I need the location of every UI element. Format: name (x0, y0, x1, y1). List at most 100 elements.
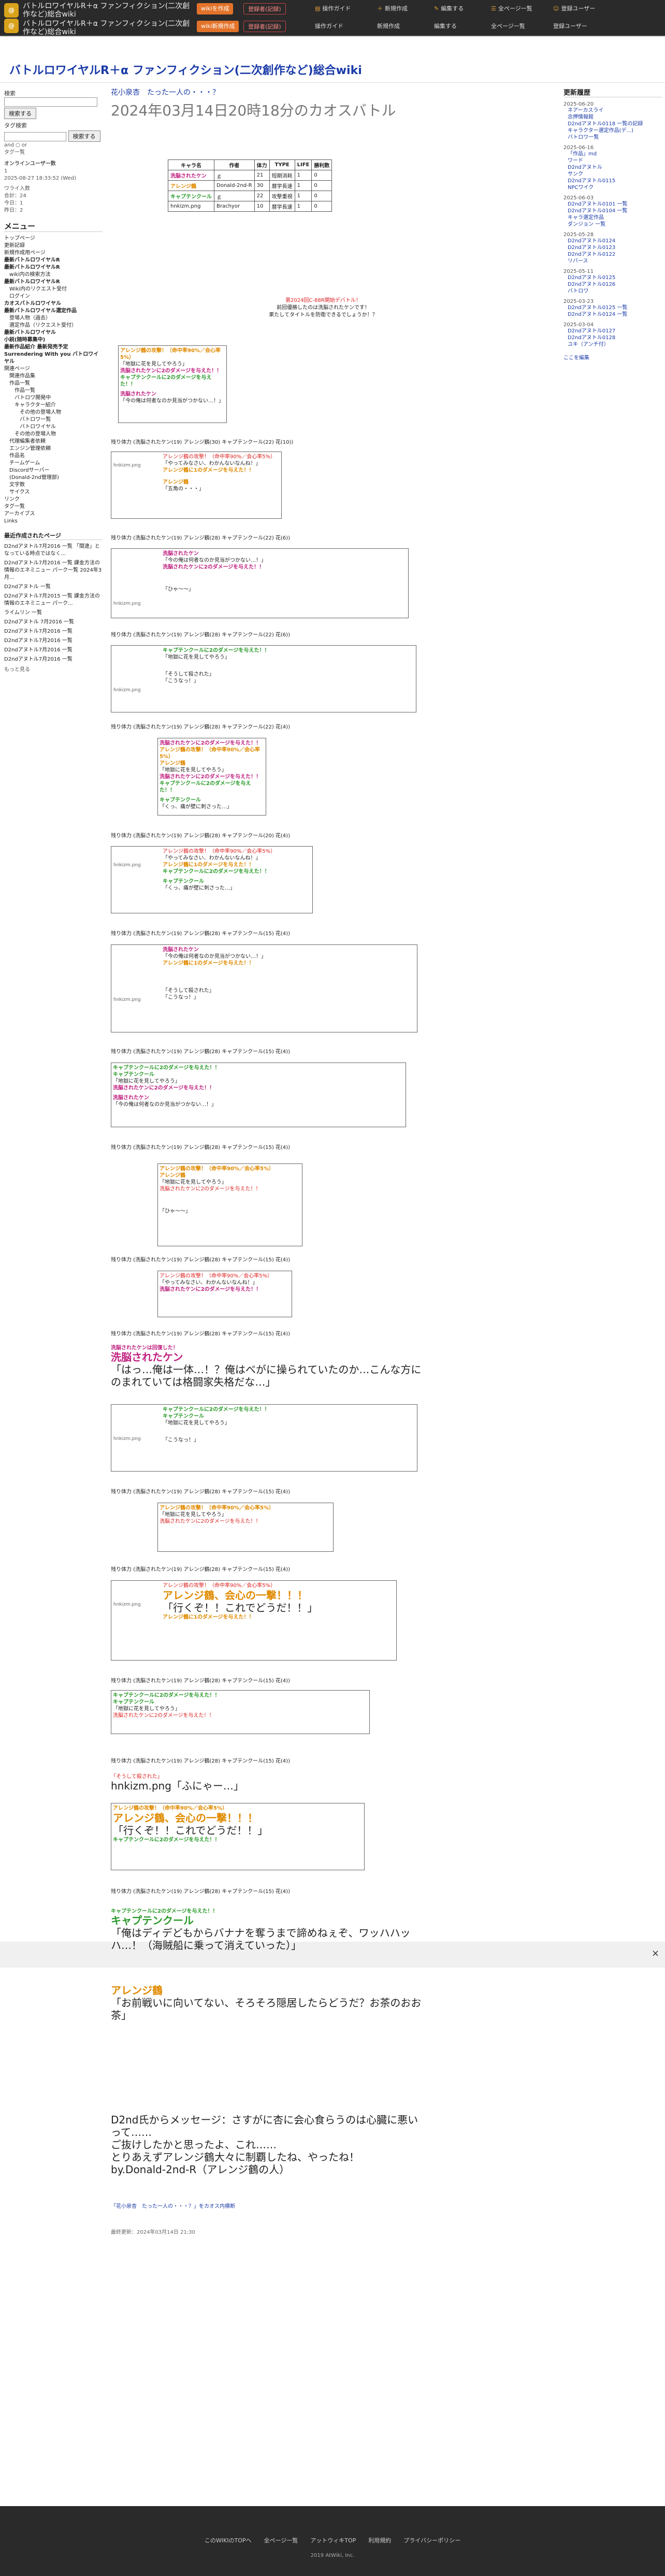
update-link[interactable]: 「作品」md (563, 151, 662, 157)
update-link[interactable]: D2ndアヌトル0127 (563, 328, 662, 334)
back-link[interactable]: 「花小泉杏 たった一人の・・・？」をカオス内横断 (111, 2202, 235, 2209)
update-link[interactable]: D2ndアヌトル0104 一覧 (563, 208, 662, 214)
menu-item[interactable]: チームゲーム (4, 460, 103, 467)
create-wiki-button[interactable]: wikiを作成 (197, 3, 234, 14)
edit-button-2[interactable]: 編集する (430, 21, 461, 32)
menu-item[interactable]: キャラクター紹介 (4, 402, 103, 409)
new-page-button-2[interactable]: 新規作成 (373, 21, 404, 32)
search-button[interactable]: 検索する (4, 108, 36, 119)
footer-link[interactable]: このWIKIのTOPへ (205, 2537, 252, 2544)
menu-item[interactable]: ログイン (4, 293, 103, 300)
search-input[interactable] (4, 97, 97, 107)
update-link[interactable]: リバース (563, 258, 662, 265)
recent-page-link[interactable]: D2ndアヌトル7月2016 一覧 (4, 647, 103, 654)
menu-item[interactable]: 更新記録 (4, 242, 103, 250)
menu-item[interactable]: 最新バトルロワイヤルR (4, 264, 103, 271)
menu-item[interactable]: エンジン管理依頼 (4, 445, 103, 453)
edit-button[interactable]: ✎ 編集する (430, 3, 468, 14)
menu-item[interactable]: 小説(随時募集中) (4, 337, 103, 344)
login-button-2[interactable]: 登録者(記録) (243, 21, 286, 32)
wiki-title[interactable]: バトルロワイヤルR＋α ファンフィクション(二次創作など)総合wiki (23, 2, 194, 19)
menu-item[interactable]: 関連作品集 (4, 373, 103, 380)
menu-item[interactable]: リンク (4, 496, 103, 503)
menu-item[interactable]: タグ一覧 (4, 503, 103, 511)
update-link[interactable]: D2ndアヌトル0124 一覧 (563, 311, 662, 318)
update-link[interactable]: D2ndアヌトル0123 (563, 244, 662, 251)
recent-page-link[interactable]: D2ndアヌトル7月2016 一覧 課金方法の情報のエネミニュー パーク一覧 2… (4, 560, 103, 581)
menu-item[interactable]: 関連ページ (4, 366, 103, 373)
more-link[interactable]: もっと見る (4, 666, 103, 674)
update-link[interactable]: ダンジョン 一覧 (563, 221, 662, 228)
update-link[interactable]: ネアーカスライ (563, 107, 662, 114)
menu-item[interactable]: その他の登場人物 (4, 409, 103, 416)
update-link[interactable]: D2ndアヌトル0128 (563, 334, 662, 341)
tag-search-button[interactable]: 検索する (68, 130, 100, 142)
update-link[interactable]: D2ndアヌトル0118 一覧の記録 (563, 121, 662, 127)
recent-page-link[interactable]: D2ndアヌトル 7月2016 一覧 (4, 619, 103, 626)
site-title[interactable]: バトルロワイヤルR＋α ファンフィクション(二次創作など)総合wiki (9, 61, 362, 78)
update-link[interactable]: D2ndアヌトル0101 一覧 (563, 201, 662, 208)
menu-item[interactable]: カオスバトルロワイヤル (4, 300, 103, 308)
edit-here-link[interactable]: ここを編集 (563, 353, 662, 361)
recent-page-link[interactable]: D2ndアヌトル7月2015 一覧 課金方法の情報のエネミニュー パーク... (4, 593, 103, 607)
recent-page-link[interactable]: D2ndアヌトル 一覧 (4, 584, 103, 591)
footer-link[interactable]: アットウィキTOP (310, 2537, 356, 2544)
menu-item[interactable]: 最新バトルロワイヤルR (4, 257, 103, 264)
menu-item[interactable]: 新規作成用ページ (4, 250, 103, 257)
menu-item[interactable]: バトロワ一覧 (4, 416, 103, 424)
menu-item[interactable]: バトロワ開発中 (4, 395, 103, 402)
menu-item[interactable]: 作品一覧 (4, 380, 103, 387)
update-link[interactable]: キャラクター選定作品(デ...) (563, 127, 662, 134)
create-wiki-button-2[interactable]: wiki新規作成 (197, 21, 239, 32)
menu-item[interactable]: Links (4, 518, 103, 525)
menu-item[interactable]: 登場人物（過去） (4, 315, 103, 322)
menu-item[interactable]: アーカイブス (4, 511, 103, 518)
all-pages-button[interactable]: ☰ 全ページ一覧 (487, 3, 537, 14)
menu-item[interactable]: サイクス (4, 489, 103, 496)
update-link[interactable]: D2ndアヌトル0115 (563, 178, 662, 184)
update-link[interactable]: バトロワ (563, 288, 662, 295)
recent-page-link[interactable]: D2ndアヌトル7月2016 一覧 「間違」となっている時点ではなく... (4, 543, 103, 558)
breadcrumb[interactable]: 花小泉杏 たった一人の・・・？ (111, 87, 557, 97)
menu-item[interactable]: Surrendering With you バトロワイヤル (4, 351, 103, 366)
recent-page-link[interactable]: D2ndアヌトル7月2016 一覧 (4, 637, 103, 645)
menu-item[interactable]: 最新バトルロワイヤル選定作品 (4, 308, 103, 315)
menu-item[interactable]: (Donald-2nd管理部) (4, 474, 103, 482)
menu-item[interactable]: 選定作品（リクエスト受付） (4, 322, 103, 329)
menu-item[interactable]: Wiki内のリクエスト受付 (4, 286, 103, 293)
tag-search-input[interactable] (4, 132, 66, 141)
update-link[interactable]: D2ndアヌトル0125 一覧 (563, 304, 662, 311)
update-link[interactable]: D2ndアヌトル0122 (563, 251, 662, 258)
menu-item[interactable]: 作品名 (4, 453, 103, 460)
recent-page-link[interactable]: D2ndアヌトル7月2016 一覧 (4, 656, 103, 663)
all-pages-button-2[interactable]: 全ページ一覧 (487, 21, 529, 32)
guide-button[interactable]: ▤ 操作ガイド (311, 3, 355, 14)
recent-page-link[interactable]: D2ndアヌトル7月2016 一覧 (4, 628, 103, 635)
update-link[interactable]: 念押情報館 (563, 114, 662, 121)
wiki-title-2[interactable]: バトルロワイヤルR＋α ファンフィクション(二次創作など)総合wiki (23, 20, 194, 36)
update-link[interactable]: バトロワ一覧 (563, 134, 662, 141)
update-link[interactable]: D2ndアヌトル0126 (563, 281, 662, 288)
and-or-radio[interactable]: and ○ or (4, 142, 103, 149)
user-button-2[interactable]: 登録ユーザー (549, 21, 591, 32)
update-link[interactable]: ユキ（アンチ付） (563, 341, 662, 348)
tag-list-link[interactable]: タグ一覧 (4, 149, 103, 156)
atwiki-logo[interactable]: @ (4, 3, 19, 18)
menu-item[interactable]: 最新バトルロワイヤルR (4, 279, 103, 286)
menu-item[interactable]: その他の登場人物 (4, 431, 103, 438)
menu-item[interactable]: 代理編集者依頼 (4, 438, 103, 445)
update-link[interactable]: D2ndアヌトル0124 (563, 238, 662, 244)
update-link[interactable]: サンク (563, 171, 662, 178)
footer-link[interactable]: 利用規約 (368, 2537, 391, 2544)
update-link[interactable]: NPCワイク (563, 184, 662, 191)
recent-page-link[interactable]: ライムリン 一覧 (4, 609, 103, 617)
menu-item[interactable]: 作品一覧 (4, 387, 103, 395)
menu-item[interactable]: 最新作品紹介 最新発売予定 (4, 344, 103, 351)
footer-link[interactable]: 全ページ一覧 (264, 2537, 298, 2544)
menu-item[interactable]: Discordサーバー (4, 467, 103, 474)
update-link[interactable]: キャラ選定作品 (563, 214, 662, 221)
menu-item[interactable]: バトロワイヤル (4, 424, 103, 431)
atwiki-logo-2[interactable]: @ (4, 19, 19, 33)
menu-item[interactable]: wiki内の検索方法 (4, 271, 103, 279)
update-link[interactable]: D2ndアヌトル0125 (563, 274, 662, 281)
